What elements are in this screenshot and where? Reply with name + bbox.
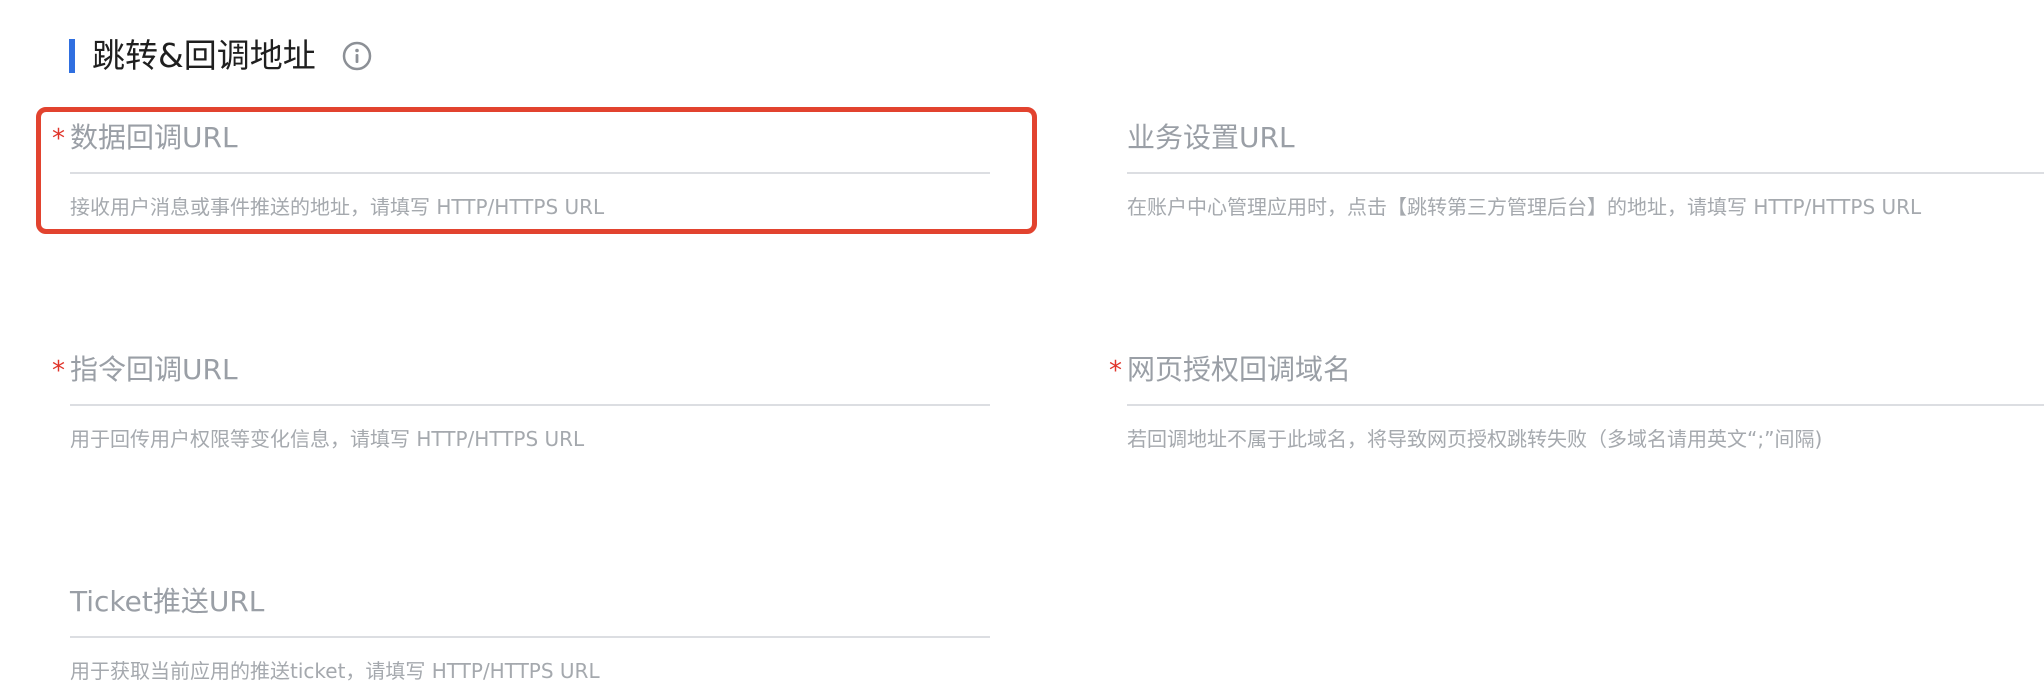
required-marker: *: [1109, 356, 1122, 386]
command-callback-url-input[interactable]: [70, 348, 990, 388]
section-title: 跳转&回调地址: [92, 36, 316, 75]
required-marker: *: [52, 124, 65, 154]
web-auth-callback-domain-input[interactable]: [1127, 348, 2044, 388]
section-accent-bar: [69, 39, 75, 73]
business-settings-url-underline: [1127, 172, 2044, 174]
command-callback-url-hint: 用于回传用户权限等变化信息，请填写 HTTP/HTTPS URL: [70, 427, 585, 451]
info-circle-icon[interactable]: [342, 41, 372, 71]
ticket-push-url-underline: [70, 636, 990, 638]
ticket-push-url-input[interactable]: [70, 580, 990, 620]
web-auth-callback-domain-hint: 若回调地址不属于此域名，将导致网页授权跳转失败（多域名请用英文“;”间隔): [1127, 427, 1823, 451]
web-auth-callback-domain-underline: [1127, 404, 2044, 406]
required-marker: *: [52, 356, 65, 386]
ticket-push-url-hint: 用于获取当前应用的推送ticket，请填写 HTTP/HTTPS URL: [70, 659, 600, 683]
data-callback-url-underline: [70, 172, 990, 174]
data-callback-url-hint: 接收用户消息或事件推送的地址，请填写 HTTP/HTTPS URL: [70, 195, 605, 219]
section-header: 跳转&回调地址: [69, 36, 372, 76]
command-callback-url-underline: [70, 404, 990, 406]
business-settings-url-hint: 在账户中心管理应用时，点击【跳转第三方管理后台】的地址，请填写 HTTP/HTT…: [1127, 195, 1922, 219]
data-callback-url-input[interactable]: [70, 116, 990, 156]
business-settings-url-input[interactable]: [1127, 116, 2044, 156]
